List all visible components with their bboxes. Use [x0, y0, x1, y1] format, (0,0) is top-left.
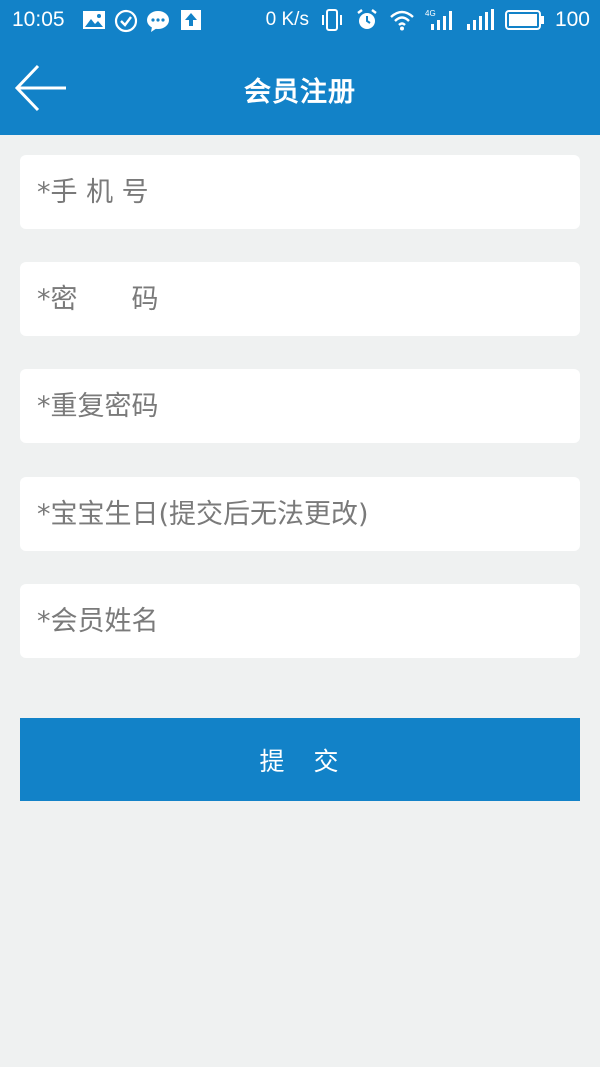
- page-title: 会员注册: [244, 77, 356, 108]
- phone-input[interactable]: [20, 155, 580, 229]
- confirm-password-input[interactable]: [20, 369, 580, 443]
- battery-icon: [504, 10, 544, 30]
- member-name-input[interactable]: [20, 584, 580, 658]
- confirm-password-field: [20, 369, 580, 443]
- status-time: 10:05: [12, 8, 65, 31]
- battery-level: 100: [554, 8, 590, 31]
- baby-birthday-input[interactable]: [20, 477, 580, 551]
- password-field: [20, 262, 580, 336]
- app-bar: 会员注册: [0, 42, 600, 135]
- image-icon: [83, 11, 105, 29]
- wechat-icon: [147, 11, 169, 32]
- password-input[interactable]: [20, 262, 580, 336]
- submit-button[interactable]: 提 交: [20, 718, 580, 801]
- svg-text:4G: 4G: [425, 9, 436, 18]
- upload-icon: [181, 10, 201, 30]
- check-circle-icon: [114, 9, 138, 33]
- signal-4g-icon: 4G: [425, 9, 452, 30]
- member-name-field: [20, 584, 580, 658]
- status-bar: 10:05 0 K/s 4G 100: [0, 0, 600, 42]
- vibrate-icon: [321, 9, 342, 31]
- baby-birthday-field: [20, 477, 580, 551]
- alarm-icon: [357, 9, 377, 29]
- notification-icons: [82, 9, 202, 33]
- net-speed: 0 K/s: [265, 9, 309, 30]
- signal-icon: [466, 9, 494, 30]
- system-status: 0 K/s 4G 100: [266, 8, 590, 32]
- phone-field: [20, 155, 580, 229]
- wifi-icon: [390, 10, 414, 31]
